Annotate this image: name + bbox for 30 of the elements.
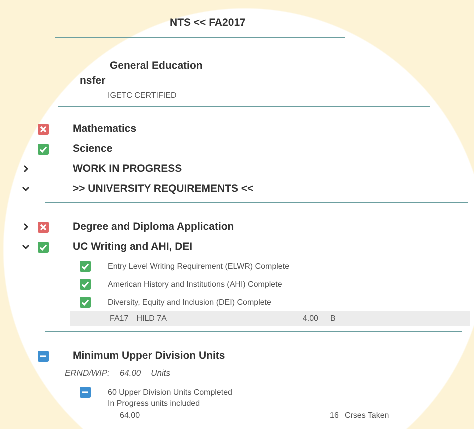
requirement-note: In Progress units included bbox=[107, 399, 202, 408]
requirement-title[interactable]: Minimum Upper Division Units bbox=[73, 350, 474, 362]
chevron-right-icon[interactable] bbox=[22, 223, 30, 231]
units-value: 64.00 bbox=[120, 411, 140, 420]
earned-label: ERND/WIP: bbox=[65, 368, 110, 378]
course-units: 4.00 bbox=[302, 314, 318, 323]
section-title: NTS << FA2017 bbox=[170, 17, 246, 29]
requirement-title[interactable]: UC Writing and AHI, DEI bbox=[73, 241, 474, 253]
requirement-title[interactable]: Degree and Diploma Application bbox=[73, 221, 474, 233]
block-title: General Education bbox=[110, 60, 203, 72]
course-grade: B bbox=[330, 314, 336, 323]
requirement-title[interactable]: >> UNIVERSITY REQUIREMENTS << bbox=[73, 183, 474, 195]
course-term: FA17 bbox=[110, 314, 129, 323]
certification-text: IGETC CERTIFIED bbox=[108, 90, 177, 100]
block-subtitle: nsfer bbox=[80, 75, 106, 87]
requirement-title[interactable]: WORK IN PROGRESS bbox=[73, 163, 474, 175]
requirement-title[interactable]: Mathematics bbox=[73, 123, 474, 135]
units-label: Units bbox=[151, 368, 171, 378]
chevron-down-icon[interactable] bbox=[22, 243, 30, 251]
earned-units: 64.00 bbox=[120, 368, 142, 378]
requirement-title[interactable]: Science bbox=[73, 143, 474, 155]
subrequirement-text: American History and Institutions (AHI) Complete bbox=[108, 280, 284, 288]
courses-count: 16 bbox=[330, 411, 339, 420]
course-course: HILD 7A bbox=[136, 314, 167, 323]
chevron-right-icon[interactable] bbox=[22, 165, 30, 173]
chevron-down-icon[interactable] bbox=[22, 185, 30, 193]
subrequirement-text: Entry Level Writing Requirement (ELWR) Complete bbox=[108, 262, 291, 270]
subrequirement-text: Diversity, Equity and Inclusion (DEI) Complete bbox=[108, 298, 272, 306]
courses-label: Crses Taken bbox=[344, 411, 390, 420]
subrequirement-text: 60 Upper Division Units Completed bbox=[108, 388, 234, 397]
